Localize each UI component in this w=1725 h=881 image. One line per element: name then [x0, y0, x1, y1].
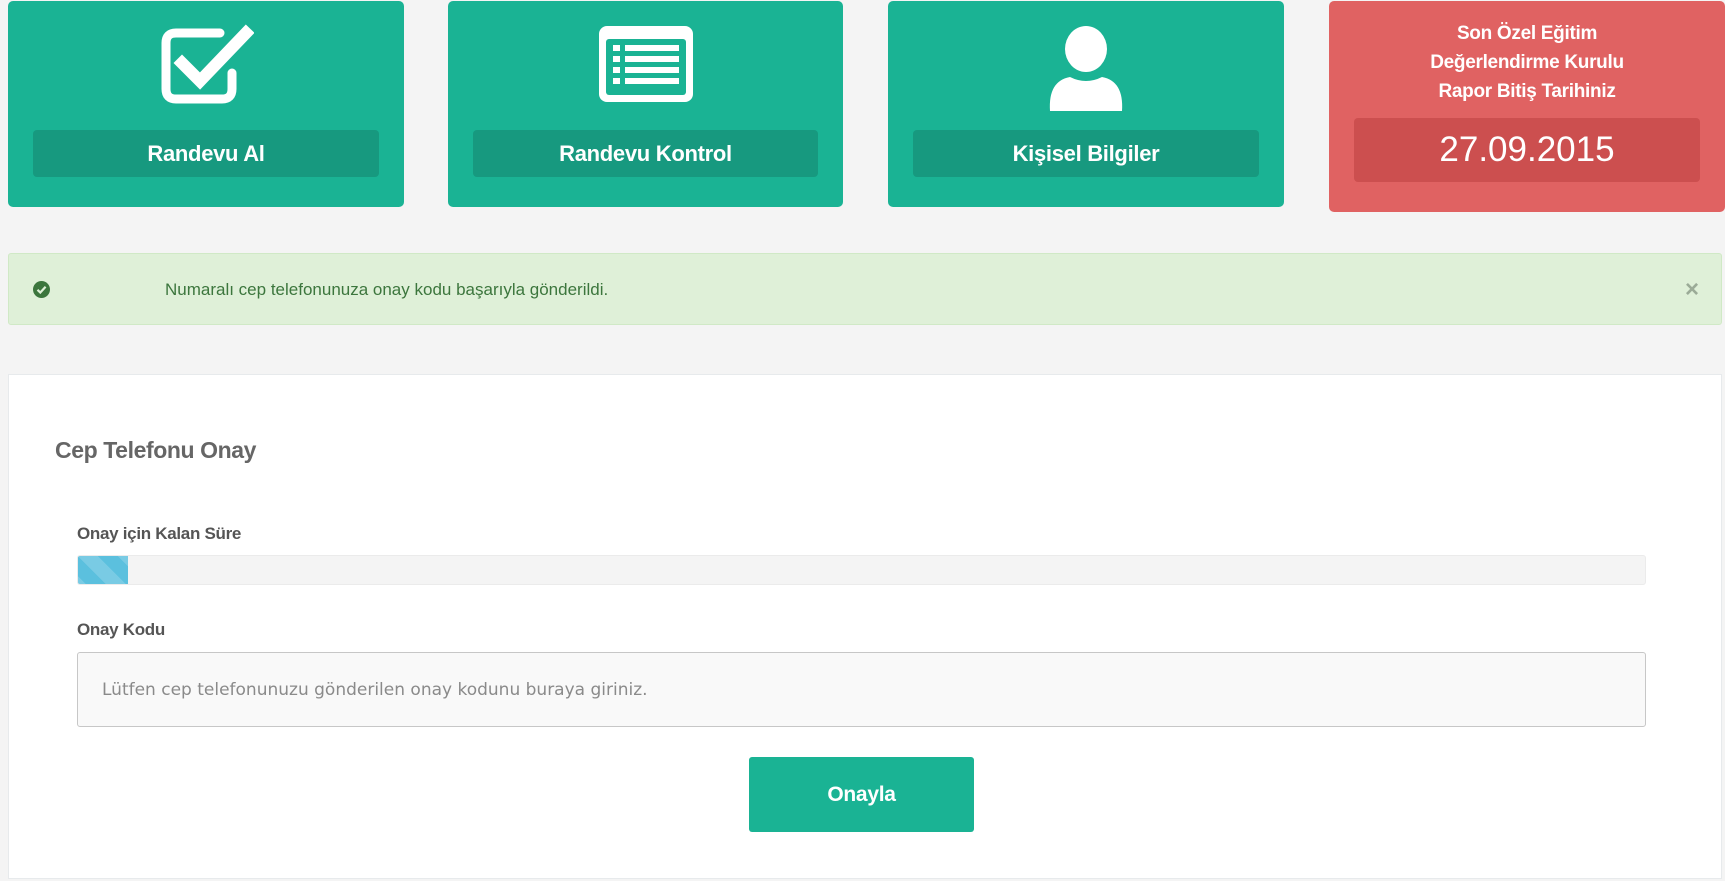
- tile-label: Randevu Kontrol: [473, 130, 818, 177]
- tile-randevu-kontrol[interactable]: Randevu Kontrol: [448, 1, 843, 207]
- check-circle-icon: [33, 281, 50, 303]
- checkbox-checked-icon: [158, 23, 255, 110]
- panel-title: Cep Telefonu Onay: [55, 437, 257, 463]
- verification-code-input[interactable]: [77, 652, 1646, 727]
- progress-bar-fill: [78, 556, 129, 584]
- user-icon: [1046, 25, 1126, 116]
- report-end-date: 27.09.2015: [1354, 118, 1700, 182]
- remaining-time-label: Onay için Kalan Süre: [77, 524, 242, 543]
- tile-randevu-al[interactable]: Randevu Al: [8, 1, 404, 207]
- report-title: Son Özel Eğitim Değerlendirme Kurulu Rap…: [1430, 23, 1624, 102]
- phone-verification-panel: Cep Telefonu Onay Onay için Kalan Süre O…: [8, 374, 1722, 879]
- list-icon: [597, 24, 695, 109]
- report-end-date-card: Son Özel Eğitim Değerlendirme Kurulu Rap…: [1329, 1, 1725, 212]
- success-alert: Numaralı cep telefonunuza onay kodu başa…: [8, 253, 1722, 325]
- code-label: Onay Kodu: [77, 620, 165, 639]
- close-icon[interactable]: ×: [1685, 276, 1699, 304]
- confirm-button[interactable]: Onayla: [749, 757, 974, 832]
- alert-message: Numaralı cep telefonunuza onay kodu başa…: [165, 280, 609, 299]
- tile-label: Kişisel Bilgiler: [913, 130, 1259, 177]
- remaining-time-progress: [77, 555, 1646, 585]
- tile-label: Randevu Al: [33, 130, 379, 177]
- tile-kisisel-bilgiler[interactable]: Kişisel Bilgiler: [888, 1, 1284, 207]
